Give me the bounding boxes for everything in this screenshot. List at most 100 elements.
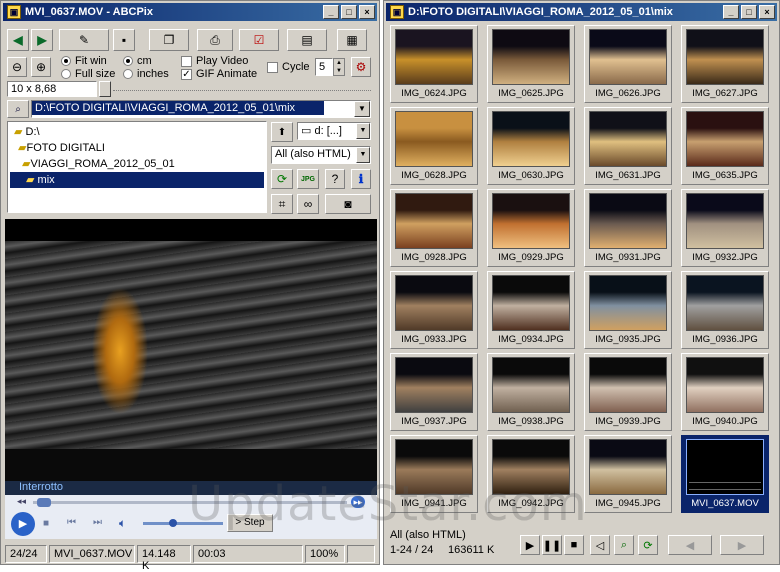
volume-icon[interactable]: 🔈︎ xyxy=(119,516,126,531)
step-button[interactable]: > Step xyxy=(227,514,273,532)
thumbnail[interactable]: IMG_0933.JPG xyxy=(390,271,478,349)
next-button[interactable]: ⏭ xyxy=(93,517,102,528)
path-combobox[interactable]: D:\FOTO DIGITALI\VIAGGI_ROMA_2012_05_01\… xyxy=(31,100,371,118)
maximize-button[interactable]: □ xyxy=(741,5,757,19)
thumbnail[interactable]: IMG_0929.JPG xyxy=(487,189,575,267)
list-view-button[interactable]: ▤ xyxy=(287,29,327,51)
thumbnail[interactable]: IMG_0627.JPG xyxy=(681,25,769,103)
tools-button[interactable]: ✎ xyxy=(59,29,109,51)
right-title-bar[interactable]: ▣ D:\FOTO DIGITALI\VIAGGI_ROMA_2012_05_0… xyxy=(386,3,777,21)
zoom-out-button[interactable]: ⊖ xyxy=(7,57,27,77)
slider-thumb[interactable] xyxy=(99,81,111,97)
refresh-button[interactable]: ⟳ xyxy=(271,169,293,189)
view-button[interactable]: ∞ xyxy=(297,194,319,214)
status-time: 00:03 xyxy=(193,545,303,563)
cycle-spinner[interactable]: ▲ ▼ xyxy=(333,58,345,76)
play-button[interactable]: ▶ xyxy=(520,535,540,555)
seek-thumb[interactable] xyxy=(37,498,51,507)
play-video-checkbox[interactable]: Play Video xyxy=(181,55,248,67)
volume-slider[interactable] xyxy=(143,519,223,527)
thumbnail[interactable]: IMG_0939.JPG xyxy=(584,353,672,431)
tree-item[interactable]: ▰ D:\ xyxy=(10,124,264,140)
back-button[interactable]: ◀ xyxy=(7,29,29,51)
thumbnail[interactable]: IMG_0630.JPG xyxy=(487,107,575,185)
zoom-button[interactable]: ⌕ xyxy=(614,535,634,555)
thumbnail-selected[interactable]: MVI_0637.MOV xyxy=(681,435,769,513)
camera-settings-button[interactable]: ⚙ xyxy=(351,57,371,77)
minimize-button[interactable]: _ xyxy=(723,5,739,19)
volume-thumb[interactable] xyxy=(169,519,177,527)
fit-win-radio[interactable]: Fit win xyxy=(61,55,107,67)
edit-button[interactable]: ☑ xyxy=(239,29,279,51)
thumbnail[interactable]: IMG_0635.JPG xyxy=(681,107,769,185)
thumbnail[interactable]: IMG_0935.JPG xyxy=(584,271,672,349)
up-folder-button[interactable]: ⬆ xyxy=(271,122,293,142)
video-viewport[interactable] xyxy=(5,219,377,481)
chevron-down-icon[interactable]: ▼ xyxy=(356,123,370,139)
close-button[interactable]: × xyxy=(759,5,775,19)
grid-view-button[interactable]: ▦ xyxy=(337,29,367,51)
full-size-radio[interactable]: Full size xyxy=(61,68,115,80)
tree-item[interactable]: ▰FOTO DIGITALI xyxy=(10,140,264,156)
thumbnail[interactable]: IMG_0941.JPG xyxy=(390,435,478,513)
inches-radio[interactable]: inches xyxy=(123,68,169,80)
size-slider[interactable] xyxy=(99,81,371,97)
thumbnail[interactable]: IMG_0625.JPG xyxy=(487,25,575,103)
tree-item-selected[interactable]: ▰ mix xyxy=(10,172,264,188)
full-size-label: Full size xyxy=(75,68,116,80)
left-title-bar[interactable]: ▣ MVI_0637.MOV - ABCPix _ □ × xyxy=(3,3,377,21)
thumbnail-caption: IMG_0942.JPG xyxy=(498,498,564,509)
next-page-button[interactable]: ▶ xyxy=(720,535,764,555)
thumbnail[interactable]: IMG_0931.JPG xyxy=(584,189,672,267)
forward-button[interactable]: ▶ xyxy=(31,29,53,51)
copy-button[interactable]: ❐ xyxy=(149,29,189,51)
path-icon-button[interactable]: ⌕ xyxy=(7,100,29,118)
save-button[interactable]: ▪ xyxy=(113,29,135,51)
print-button[interactable]: ⎙ xyxy=(197,29,233,51)
prev-page-button[interactable]: ◀ xyxy=(668,535,712,555)
cycle-checkbox[interactable]: Cycle xyxy=(267,61,310,73)
close-button[interactable]: × xyxy=(359,5,375,19)
stop-button[interactable]: ■ xyxy=(564,535,584,555)
help-button[interactable]: ? xyxy=(325,169,345,189)
zoom-in-button[interactable]: ⊕ xyxy=(31,57,51,77)
thumbnail[interactable]: IMG_0938.JPG xyxy=(487,353,575,431)
thumbnail[interactable]: IMG_0940.JPG xyxy=(681,353,769,431)
stop-button[interactable]: ■ xyxy=(43,518,49,529)
cycle-input[interactable]: 5 xyxy=(315,58,333,76)
prev-button[interactable]: ⏮ xyxy=(67,517,76,528)
thumbnail[interactable]: IMG_0934.JPG xyxy=(487,271,575,349)
tree-item-label: FOTO DIGITALI xyxy=(26,142,105,154)
thumbnail[interactable]: IMG_0936.JPG xyxy=(681,271,769,349)
drive-select[interactable]: ▭ d: [...] ▼ xyxy=(297,122,371,140)
minimize-button[interactable]: _ xyxy=(323,5,339,19)
maximize-button[interactable]: □ xyxy=(341,5,357,19)
refresh-button[interactable]: ⟳ xyxy=(638,535,658,555)
seek-forward-icon[interactable]: ▸▸ xyxy=(351,496,365,508)
thumbnail[interactable]: IMG_0626.JPG xyxy=(584,25,672,103)
tree-item[interactable]: ▰VIAGGI_ROMA_2012_05_01 xyxy=(10,156,264,172)
thumbnail[interactable]: IMG_0945.JPG xyxy=(584,435,672,513)
filter-select[interactable]: All (also HTML) ▼ xyxy=(271,146,371,164)
jpeg-button[interactable]: JPG xyxy=(297,169,319,189)
crop-button[interactable]: ⌗ xyxy=(271,194,293,214)
player-seek-bar[interactable]: ◂◂ ▸▸ xyxy=(5,495,377,509)
gif-animate-checkbox[interactable]: ✓ GIF Animate xyxy=(181,68,257,80)
play-button[interactable]: ▶ xyxy=(11,512,35,536)
sound-button[interactable]: ◁ xyxy=(590,535,610,555)
thumbnail[interactable]: IMG_0631.JPG xyxy=(584,107,672,185)
seek-rewind-icon[interactable]: ◂◂ xyxy=(17,496,26,507)
folder-tree[interactable]: ▰ D:\ ▰FOTO DIGITALI ▰VIAGGI_ROMA_2012_0… xyxy=(7,121,267,213)
thumbnail[interactable]: IMG_0937.JPG xyxy=(390,353,478,431)
camera-button[interactable]: ◙ xyxy=(325,194,371,214)
thumbnail[interactable]: IMG_0628.JPG xyxy=(390,107,478,185)
info-button[interactable]: ℹ xyxy=(351,169,371,189)
thumbnail[interactable]: IMG_0942.JPG xyxy=(487,435,575,513)
thumbnail[interactable]: IMG_0932.JPG xyxy=(681,189,769,267)
chevron-down-icon[interactable]: ▼ xyxy=(354,101,370,117)
chevron-down-icon[interactable]: ▼ xyxy=(356,147,370,163)
cm-radio[interactable]: cm xyxy=(123,55,152,67)
thumbnail[interactable]: IMG_0624.JPG xyxy=(390,25,478,103)
thumbnail[interactable]: IMG_0928.JPG xyxy=(390,189,478,267)
pause-button[interactable]: ❚❚ xyxy=(542,535,562,555)
